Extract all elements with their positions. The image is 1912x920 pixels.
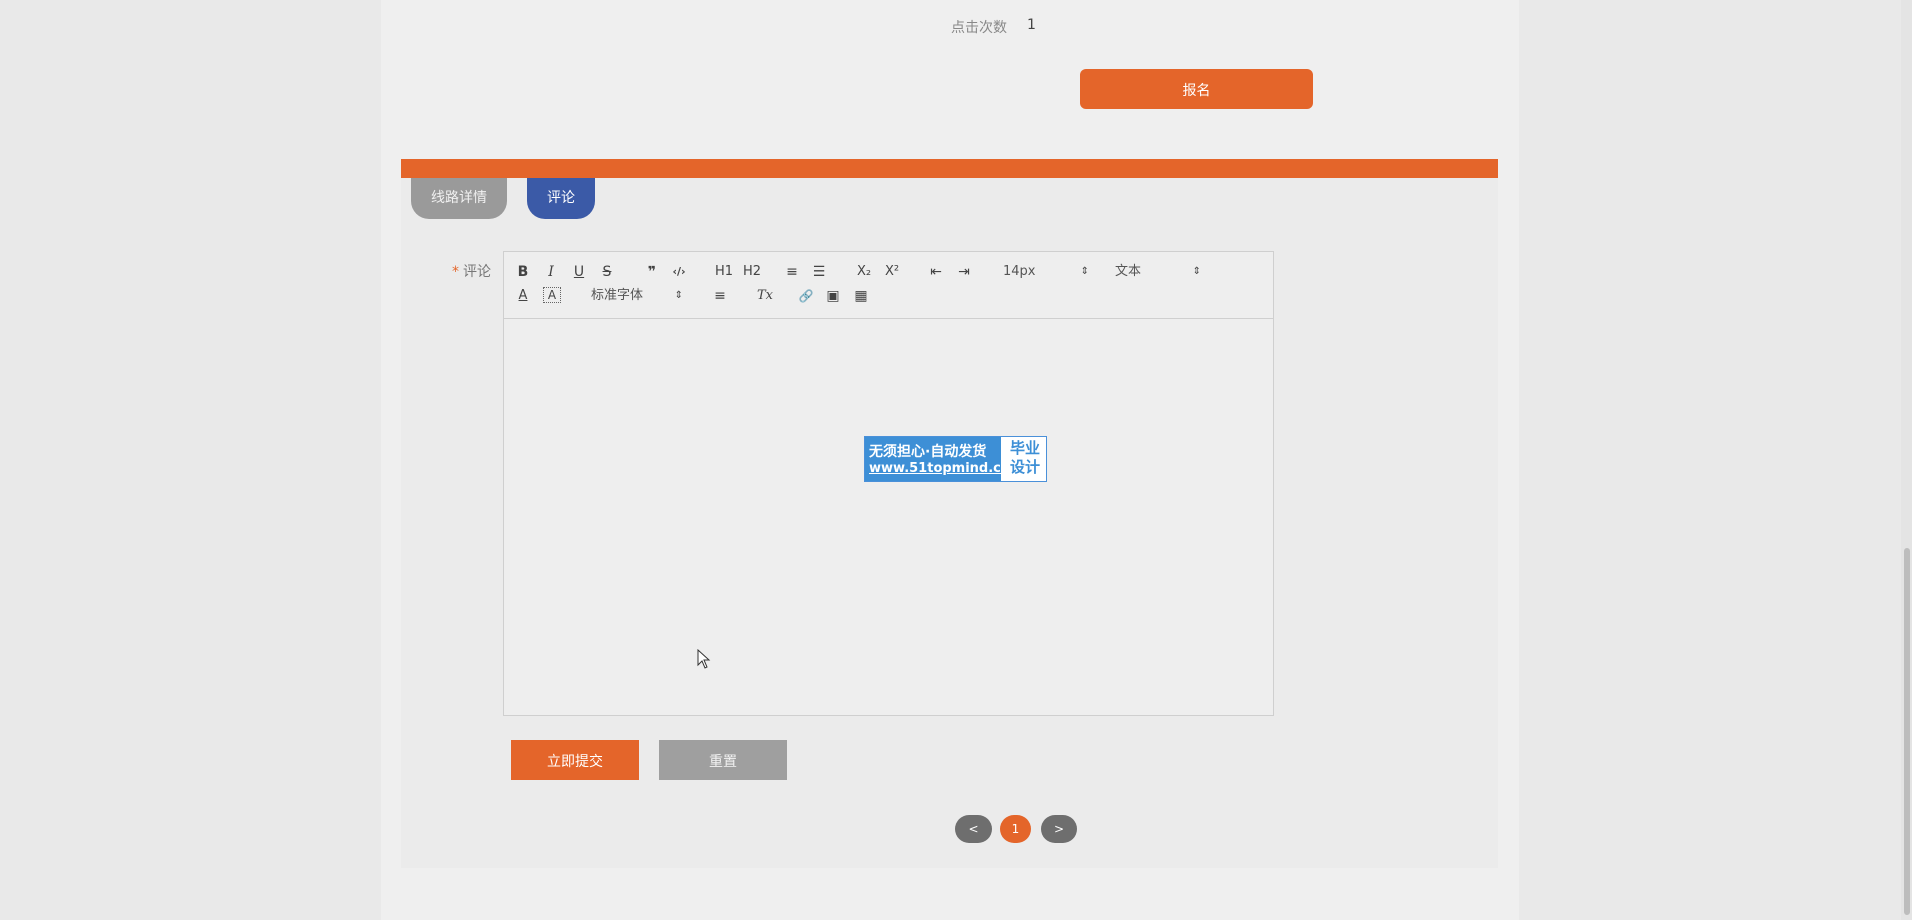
- section-divider-bar: [401, 159, 1498, 178]
- italic-button[interactable]: I: [543, 263, 559, 281]
- header-select[interactable]: 文本 ⇕: [1115, 263, 1201, 281]
- subscript-button[interactable]: X₂: [853, 263, 875, 281]
- h1-button[interactable]: H1: [713, 263, 735, 281]
- align-icon[interactable]: ≡: [711, 287, 729, 305]
- pagination-next-button[interactable]: >: [1041, 815, 1077, 843]
- ordered-list-icon[interactable]: ≡: [783, 263, 801, 281]
- watermark-right-line1: 毕业: [1009, 439, 1040, 457]
- font-family-select[interactable]: 标准字体 ⇕: [591, 287, 683, 305]
- font-size-arrow-icon: ⇕: [1080, 266, 1089, 277]
- font-family-arrow-icon: ⇕: [674, 290, 683, 301]
- reset-button[interactable]: 重置: [659, 740, 787, 780]
- font-color-icon[interactable]: A: [515, 287, 531, 305]
- editor-content-area[interactable]: [504, 319, 1273, 715]
- tab-route-details[interactable]: 线路详情: [411, 178, 507, 219]
- code-icon[interactable]: ‹/›: [668, 263, 690, 281]
- clicks-label: 点击次数: [951, 20, 1007, 36]
- page: 点击次数 1 报名 线路详情 评论 * 评论 B I U S ❞ ‹/› H1 H…: [0, 0, 1912, 920]
- watermark-line1: 无须担心·自动发货: [869, 444, 987, 460]
- h2-button[interactable]: H2: [741, 263, 763, 281]
- indent-icon[interactable]: ⇥: [955, 263, 973, 281]
- watermark-badge: 无须担心·自动发货 www.51topmind.com 毕业 设计: [864, 436, 1047, 482]
- font-size-value: 14px: [1003, 264, 1036, 279]
- superscript-button[interactable]: X²: [881, 263, 903, 281]
- page-scrollbar[interactable]: [1901, 0, 1912, 920]
- font-size-select[interactable]: 14px ⇕: [1003, 263, 1089, 281]
- watermark-right-line2: 设计: [1009, 458, 1040, 476]
- watermark-right: 毕业 设计: [1005, 439, 1045, 477]
- required-mark: *: [452, 264, 459, 280]
- blockquote-icon[interactable]: ❞: [643, 263, 661, 281]
- submit-button[interactable]: 立即提交: [511, 740, 639, 780]
- pagination-prev-button[interactable]: <: [955, 815, 992, 843]
- underline-button[interactable]: U: [571, 263, 587, 281]
- comment-label-text: 评论: [463, 264, 491, 280]
- video-icon[interactable]: ▦: [852, 287, 870, 305]
- bullet-list-icon[interactable]: ☰: [810, 263, 828, 281]
- header-value: 文本: [1115, 264, 1142, 279]
- watermark-line2: www.51topmind.com: [869, 461, 1024, 476]
- outdent-icon[interactable]: ⇤: [927, 263, 945, 281]
- clear-format-icon[interactable]: Tx: [754, 287, 776, 305]
- signup-button[interactable]: 报名: [1080, 69, 1313, 109]
- bold-button[interactable]: B: [515, 263, 531, 281]
- watermark-left: 无须担心·自动发货 www.51topmind.com: [865, 437, 1023, 481]
- editor-toolbar: B I U S ❞ ‹/› H1 H2 ≡ ☰ X₂ X² ⇤ ⇥ 14px ⇕…: [504, 252, 1273, 319]
- image-icon[interactable]: ▣: [824, 287, 842, 305]
- mouse-cursor-icon: [697, 649, 711, 669]
- header-arrow-icon: ⇕: [1192, 266, 1201, 277]
- clicks-value: 1: [1027, 17, 1036, 33]
- strike-button[interactable]: S: [599, 263, 615, 281]
- rich-text-editor: B I U S ❞ ‹/› H1 H2 ≡ ☰ X₂ X² ⇤ ⇥ 14px ⇕…: [503, 251, 1274, 716]
- pagination-page-1[interactable]: 1: [1000, 815, 1031, 843]
- scrollbar-thumb[interactable]: [1904, 548, 1910, 915]
- link-icon[interactable]: 🔗: [797, 287, 815, 305]
- comment-field-label: * 评论: [452, 261, 491, 281]
- background-color-icon[interactable]: A: [543, 287, 561, 303]
- tab-comments[interactable]: 评论: [527, 178, 595, 219]
- font-family-value: 标准字体: [591, 288, 644, 303]
